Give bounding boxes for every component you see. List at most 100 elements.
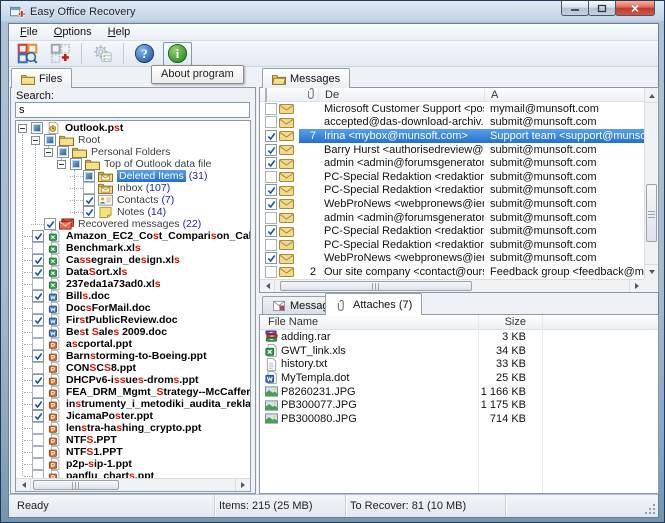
file-checkbox[interactable]: [32, 290, 44, 302]
message-checkbox[interactable]: [265, 129, 277, 142]
attachment-row[interactable]: P8260231.JPG 1 166 KB: [260, 385, 658, 399]
tree-item[interactable]: Deleted Items (31): [16, 170, 250, 182]
tree-expander[interactable]: [18, 123, 27, 133]
close-button[interactable]: [615, 1, 655, 16]
message-row[interactable]: PC-Special Redaktion <redaktion@p... subm…: [260, 170, 644, 184]
to-column-header[interactable]: A: [484, 88, 644, 101]
file-checkbox[interactable]: [32, 446, 44, 458]
scroll-left-button[interactable]: [16, 479, 31, 491]
file-item[interactable]: FEA_DRM_Mgmt_Strategy--McCaffery_20: [16, 386, 250, 398]
file-checkbox[interactable]: [32, 410, 44, 422]
file-checkbox[interactable]: [32, 362, 44, 374]
message-row[interactable]: WebProNews <webpronews@ientry... submit@m…: [260, 252, 644, 266]
file-item[interactable]: Best Sales 2009.doc: [16, 326, 250, 338]
file-item[interactable]: Cassegrain_design.xls: [16, 254, 250, 266]
file-item[interactable]: Barnstorming-to-Boeing.ppt: [16, 350, 250, 362]
file-item[interactable]: NTFS.PPT: [16, 434, 250, 446]
attachment-row[interactable]: history.txt 33 KB: [260, 357, 658, 371]
message-row[interactable]: Microsoft Customer Support <postm... myma…: [260, 102, 644, 116]
search-office-files-button[interactable]: [13, 42, 42, 66]
tree-checkbox[interactable]: [83, 194, 95, 206]
message-checkbox[interactable]: [265, 265, 277, 278]
tree-expander[interactable]: [31, 135, 40, 145]
file-item[interactable]: JicamaPoster.ppt: [16, 410, 250, 422]
attachment-row[interactable]: PB300080.JPG 714 KB: [260, 412, 658, 426]
tree-checkbox[interactable]: [70, 158, 82, 170]
file-checkbox[interactable]: [32, 458, 44, 470]
message-checkbox[interactable]: [265, 170, 277, 183]
message-row[interactable]: 7 Irina <mybox@munsoft.com> Support team <…: [260, 129, 644, 143]
file-item[interactable]: FirstPublicReview.doc: [16, 314, 250, 326]
file-item[interactable]: p2p-sip-1.ppt: [16, 458, 250, 470]
message-checkbox[interactable]: [265, 143, 277, 156]
select-all-checkbox[interactable]: [260, 87, 282, 102]
file-checkbox[interactable]: [32, 434, 44, 446]
help-button[interactable]: ?: [130, 42, 159, 66]
message-checkbox[interactable]: [265, 225, 277, 238]
file-checkbox[interactable]: [32, 398, 44, 410]
file-item[interactable]: instrumenty_i_metodiki_audita_reklamny: [16, 398, 250, 410]
tab-messages[interactable]: Messages: [262, 68, 351, 88]
message-checkbox[interactable]: [265, 116, 277, 129]
attachment-row[interactable]: adding.rar 3 KB: [260, 330, 658, 344]
file-checkbox[interactable]: [32, 266, 44, 278]
message-checkbox[interactable]: [265, 238, 277, 251]
messages-horizontal-scrollbar[interactable]: [260, 279, 644, 292]
tree-item[interactable]: Notes (14): [16, 206, 250, 218]
message-row[interactable]: PC-Special Redaktion <redaktion@p... subm…: [260, 238, 644, 252]
message-row[interactable]: WebProNews <webpronews@ientry... submit@m…: [260, 197, 644, 211]
tree-item[interactable]: Contacts (7): [16, 194, 250, 206]
message-row[interactable]: PC-Special Redaktion <redaktion@p... subm…: [260, 184, 644, 198]
scroll-up-button[interactable]: [645, 88, 658, 103]
file-item[interactable]: Bills.doc: [16, 290, 250, 302]
tree-expander[interactable]: [44, 147, 53, 157]
tree-checkbox[interactable]: [31, 122, 43, 134]
message-row[interactable]: admin <admin@forumsgenerator.co... submit…: [260, 211, 644, 225]
message-row[interactable]: PC-Special Redaktion <redaktion@p... subm…: [260, 224, 644, 238]
tree-item[interactable]: Inbox (107): [16, 182, 250, 194]
menu-file[interactable]: File: [12, 25, 46, 40]
message-checkbox[interactable]: [265, 102, 277, 115]
tab-attaches[interactable]: Attaches (7): [325, 293, 423, 315]
file-item[interactable]: DHCPv6-issues-droms.ppt: [16, 374, 250, 386]
message-checkbox[interactable]: [265, 211, 277, 224]
tree-checkbox[interactable]: [83, 206, 95, 218]
file-checkbox[interactable]: [32, 374, 44, 386]
tree-checkbox[interactable]: [83, 170, 95, 182]
file-checkbox[interactable]: [32, 278, 44, 290]
scroll-thumb[interactable]: [280, 281, 472, 291]
file-checkbox[interactable]: [32, 350, 44, 362]
title-bar[interactable]: Easy Office Recovery: [1, 1, 664, 23]
attachment-row[interactable]: MyTempla.dot 25 KB: [260, 371, 658, 385]
file-checkbox[interactable]: [32, 326, 44, 338]
tree-checkbox[interactable]: [44, 134, 56, 146]
tree-item[interactable]: Root: [16, 134, 250, 146]
message-row[interactable]: 2 Our site company <contact@oursite> Feedb…: [260, 265, 644, 279]
file-checkbox[interactable]: [32, 302, 44, 314]
attachment-row[interactable]: GWT_link.xls 34 KB: [260, 344, 658, 358]
resize-grip[interactable]: [645, 504, 656, 515]
tab-files[interactable]: Files: [11, 68, 73, 88]
size-column-header[interactable]: Size: [478, 316, 542, 328]
scroll-thumb[interactable]: [33, 480, 119, 490]
file-item[interactable]: DocsForMail.doc: [16, 302, 250, 314]
file-item[interactable]: ascportal.ppt: [16, 338, 250, 350]
attachment-row[interactable]: PB300077.JPG 1 175 KB: [260, 398, 658, 412]
tree-checkbox[interactable]: [83, 182, 95, 194]
attachment-column-header[interactable]: [299, 87, 318, 102]
minimize-button[interactable]: [561, 1, 589, 16]
message-checkbox[interactable]: [265, 197, 277, 210]
file-item[interactable]: panflu_charts.ppt: [16, 470, 250, 478]
maximize-button[interactable]: [588, 1, 616, 16]
file-checkbox[interactable]: [32, 242, 44, 254]
file-checkbox[interactable]: [32, 386, 44, 398]
tree-item[interactable]: Outlook.pst: [16, 122, 250, 134]
file-checkbox[interactable]: [32, 230, 44, 242]
file-checkbox[interactable]: [32, 254, 44, 266]
file-checkbox[interactable]: [32, 314, 44, 326]
file-item[interactable]: Amazon_EC2_Cost_Comparison_Calculato: [16, 230, 250, 242]
message-checkbox[interactable]: [265, 184, 277, 197]
search-input[interactable]: [15, 102, 250, 118]
settings-button[interactable]: [88, 42, 117, 66]
tree-horizontal-scrollbar[interactable]: [16, 478, 250, 491]
